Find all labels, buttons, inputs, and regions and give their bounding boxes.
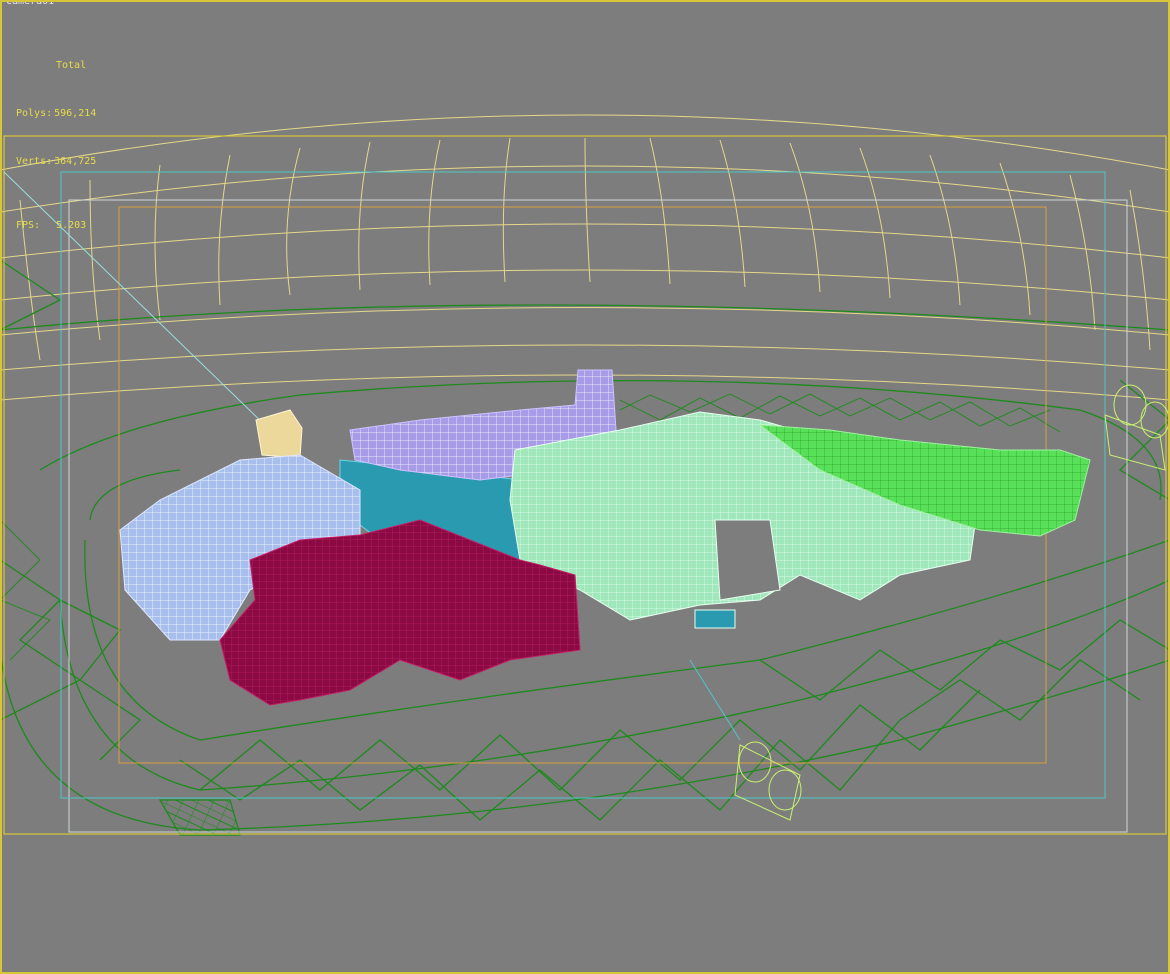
polys-row: Polys: 596,214 xyxy=(16,106,96,122)
statistics-overlay: Total Polys: 596,214 Verts: 364,725 FPS:… xyxy=(16,26,96,266)
camera-name-label[interactable]: Camera01 xyxy=(6,0,54,10)
stats-header: Total xyxy=(56,60,87,71)
verts-value: 364,725 xyxy=(54,156,97,167)
skydome-wireframe xyxy=(0,114,1170,401)
fps-row: FPS: 5.203 xyxy=(16,218,96,234)
verts-label: Verts: xyxy=(16,156,53,167)
camera-viewport[interactable]: Camera01 Total Polys: 596,214 Verts: 364… xyxy=(0,0,1170,974)
fps-value: 5.203 xyxy=(56,220,87,231)
polys-label: Polys: xyxy=(16,108,53,119)
scene-wireframe[interactable] xyxy=(0,0,1170,974)
camera-target-line-2 xyxy=(689,659,741,741)
polys-value: 596,214 xyxy=(54,108,97,119)
fps-label: FPS: xyxy=(16,220,41,231)
building-tan xyxy=(255,409,303,459)
verts-row: Verts: 364,725 xyxy=(16,154,96,170)
